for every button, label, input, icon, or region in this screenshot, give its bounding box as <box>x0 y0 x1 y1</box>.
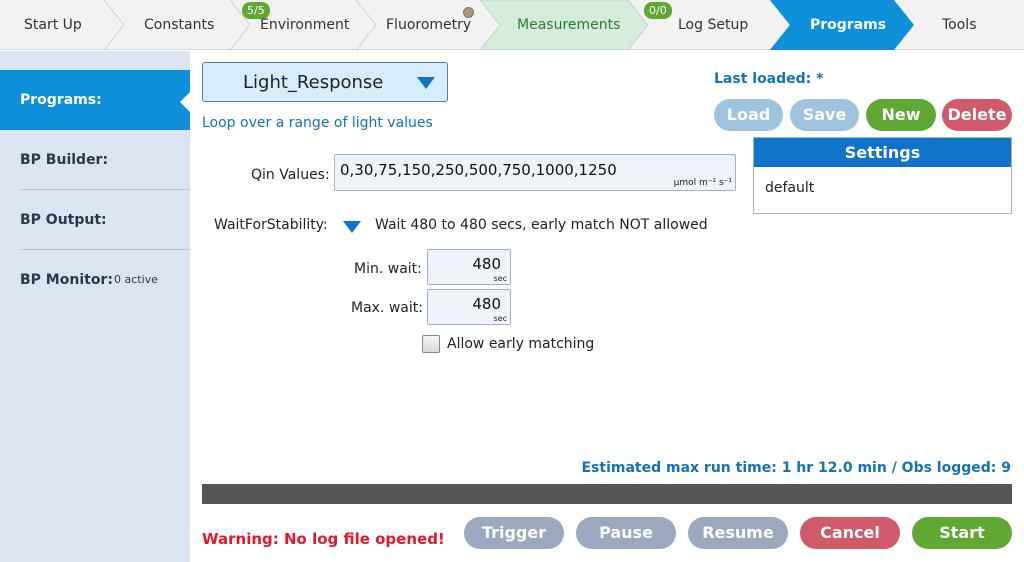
qin-values-input[interactable]: 0,30,75,150,250,500,750,1000,1250 µmol m… <box>334 154 736 191</box>
trigger-button[interactable]: Trigger <box>464 517 564 549</box>
sidebar-item-bp-output[interactable]: BP Output: <box>0 190 190 250</box>
log-setup-count-badge: 0/0 <box>644 2 672 19</box>
bp-monitor-active-count: 0 active <box>114 273 158 286</box>
program-dropdown-value: Light_Response <box>243 72 384 93</box>
tab-label: Environment <box>260 17 350 33</box>
pause-button[interactable]: Pause <box>576 517 676 549</box>
chevron-down-icon <box>417 77 435 89</box>
estimated-run-time: Estimated max run time: 1 hr 12.0 min / … <box>581 460 1011 476</box>
cancel-button[interactable]: Cancel <box>800 517 900 549</box>
tab-label: Log Setup <box>678 17 749 33</box>
top-tab-bar: Start Up Constants 5/5 Environment Fluor… <box>0 0 1024 50</box>
min-wait-value: 480 <box>472 255 501 273</box>
last-loaded-status: Last loaded: * <box>714 71 824 87</box>
chevron-down-icon[interactable] <box>343 221 361 233</box>
sidebar-item-label: BP Output: <box>20 212 107 228</box>
sidebar-item-bp-monitor[interactable]: BP Monitor: 0 active <box>0 250 190 310</box>
tab-label: Fluorometry <box>386 17 472 33</box>
start-button[interactable]: Start <box>912 517 1012 549</box>
sidebar-item-label: BP Monitor: <box>20 272 113 288</box>
program-description: Loop over a range of light values <box>202 115 433 131</box>
tab-label: Start Up <box>24 17 82 33</box>
program-dropdown[interactable]: Light_Response <box>202 62 448 102</box>
tab-label: Constants <box>144 17 215 33</box>
allow-early-matching-label: Allow early matching <box>447 336 595 352</box>
tab-log-setup[interactable]: 0/0 Log Setup <box>628 0 790 50</box>
tab-measurements[interactable]: Measurements <box>480 0 650 50</box>
tab-tools[interactable]: Tools <box>894 0 1024 50</box>
active-indicator-notch <box>180 92 190 112</box>
tab-environment[interactable]: 5/5 Environment <box>230 0 376 50</box>
min-wait-unit: sec <box>493 274 508 283</box>
log-file-warning: Warning: No log file opened! <box>202 530 445 548</box>
min-wait-input[interactable]: 480 sec <box>427 249 511 285</box>
sidebar-item-bp-builder[interactable]: BP Builder: <box>0 130 190 190</box>
qin-unit: µmol m⁻² s⁻¹ <box>673 178 732 188</box>
tab-label: Tools <box>942 17 977 33</box>
min-wait-label: Min. wait: <box>354 261 422 277</box>
tab-constants[interactable]: Constants <box>104 0 250 50</box>
qin-values-label: Qin Values: <box>251 167 330 183</box>
sidebar-item-label: Programs: <box>20 92 102 108</box>
wait-for-stability-label: WaitForStability: <box>214 217 328 233</box>
new-button[interactable]: New <box>866 99 936 131</box>
settings-item-default[interactable]: default <box>765 180 814 196</box>
max-wait-input[interactable]: 480 sec <box>427 289 511 325</box>
qin-values-text: 0,30,75,150,250,500,750,1000,1250 <box>340 161 617 179</box>
tab-label: Programs <box>810 17 887 33</box>
sidebar: Programs: BP Builder: BP Output: BP Moni… <box>0 51 190 562</box>
max-wait-value: 480 <box>472 295 501 313</box>
max-wait-unit: sec <box>493 314 508 323</box>
run-progress-bar <box>202 484 1012 504</box>
save-button[interactable]: Save <box>790 99 859 131</box>
resume-button[interactable]: Resume <box>688 517 788 549</box>
allow-early-matching-checkbox[interactable] <box>422 335 440 353</box>
max-wait-label: Max. wait: <box>351 300 423 316</box>
sidebar-item-programs[interactable]: Programs: <box>0 70 190 130</box>
wait-for-stability-summary: Wait 480 to 480 secs, early match NOT al… <box>375 217 708 233</box>
tab-label: Measurements <box>517 17 621 33</box>
settings-header: Settings <box>754 138 1011 167</box>
load-button[interactable]: Load <box>714 99 783 131</box>
sidebar-item-label: BP Builder: <box>20 152 109 168</box>
delete-button[interactable]: Delete <box>942 99 1012 131</box>
settings-panel: Settings default <box>753 137 1012 214</box>
